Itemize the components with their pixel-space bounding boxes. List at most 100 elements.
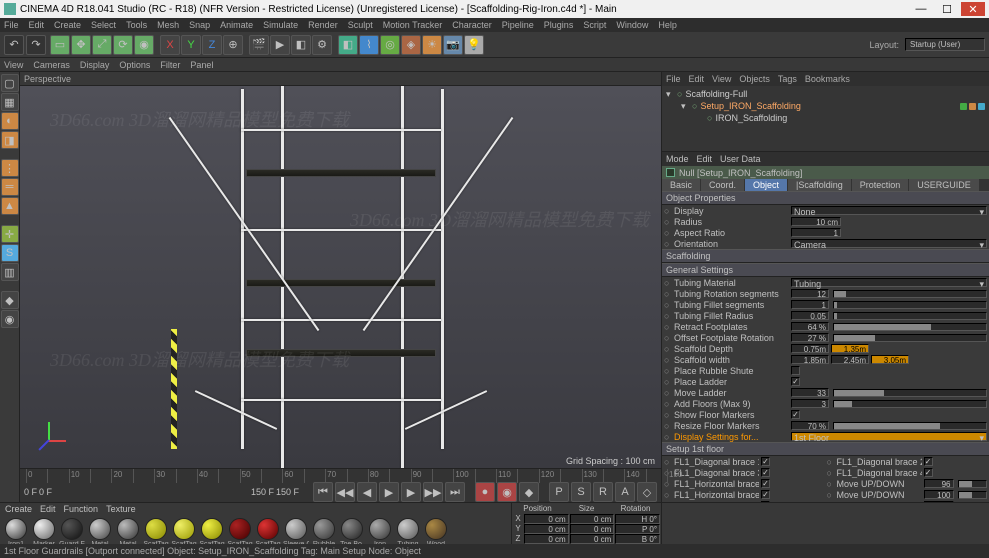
- attr-tab-object[interactable]: Object: [745, 179, 787, 191]
- attr-param[interactable]: ○FL1_Horizontal brace 3✓○Move UP/DOWN100: [662, 500, 989, 502]
- rotate-tool[interactable]: ⟳: [113, 35, 133, 55]
- objtree-item[interactable]: ▾○Setup_IRON_Scaffolding: [666, 100, 985, 112]
- attrmenu-edit[interactable]: Edit: [697, 154, 713, 164]
- attr-param[interactable]: ○Tubing Fillet Radius0.05: [662, 310, 989, 321]
- menu-select[interactable]: Select: [91, 20, 116, 30]
- generator-button[interactable]: ◎: [380, 35, 400, 55]
- coord-system[interactable]: ⊕: [223, 35, 243, 55]
- attr-param[interactable]: ○FL1_Diagonal brace 3✓○FL1_Diagonal brac…: [662, 467, 989, 478]
- menu-script[interactable]: Script: [583, 20, 606, 30]
- menu-mesh[interactable]: Mesh: [157, 20, 179, 30]
- objmenu-bookmarks[interactable]: Bookmarks: [805, 74, 850, 84]
- objtree-item[interactable]: ○IRON_Scaffolding: [666, 112, 985, 124]
- attr-param[interactable]: ○FL1_Horizontal brace 2✓○Move UP/DOWN100: [662, 489, 989, 500]
- objmenu-file[interactable]: File: [666, 74, 681, 84]
- layout-dropdown[interactable]: Startup (User): [905, 38, 985, 51]
- select-tool[interactable]: ▭: [50, 35, 70, 55]
- attr-param[interactable]: ○Tubing Fillet segments1: [662, 299, 989, 310]
- coord-field[interactable]: 0 cm: [524, 514, 569, 524]
- attribute-body[interactable]: Object Properties○DisplayNone▾○Radius10 …: [662, 191, 989, 502]
- play-button[interactable]: ▶: [379, 482, 399, 502]
- attr-param[interactable]: ○Place Ladder✓: [662, 376, 989, 387]
- matmenu-create[interactable]: Create: [5, 504, 32, 516]
- attr-param[interactable]: ○Tubing MaterialTubing▾: [662, 277, 989, 288]
- menu-motiontracker[interactable]: Motion Tracker: [383, 20, 443, 30]
- objmenu-tags[interactable]: Tags: [778, 74, 797, 84]
- vpmenu-options[interactable]: Options: [119, 60, 150, 70]
- primitive-cube[interactable]: ◧: [338, 35, 358, 55]
- menu-simulate[interactable]: Simulate: [263, 20, 298, 30]
- attrmenu-mode[interactable]: Mode: [666, 154, 689, 164]
- points-tool[interactable]: ⋮: [1, 159, 19, 177]
- timeline-start[interactable]: 0 F: [24, 487, 37, 497]
- menu-window[interactable]: Window: [616, 20, 648, 30]
- attr-tab-protection[interactable]: Protection: [852, 179, 909, 191]
- polygons-tool[interactable]: ▲: [1, 197, 19, 215]
- matmenu-function[interactable]: Function: [64, 504, 99, 516]
- vpmenu-filter[interactable]: Filter: [160, 60, 180, 70]
- scale-key-button[interactable]: S: [571, 482, 591, 502]
- redo-button[interactable]: ↷: [26, 35, 46, 55]
- attr-tab-basic[interactable]: Basic: [662, 179, 700, 191]
- render-view-button[interactable]: 🎬: [249, 35, 269, 55]
- attr-param[interactable]: ○Show Floor Markers✓: [662, 409, 989, 420]
- attr-param[interactable]: ○Retract Footplates64 %: [662, 321, 989, 332]
- coord-field[interactable]: P 0°: [615, 524, 660, 534]
- edges-tool[interactable]: ═: [1, 178, 19, 196]
- attr-param[interactable]: ○Scaffold Depth0.75m1.35m: [662, 343, 989, 354]
- coord-field[interactable]: 0 cm: [570, 534, 615, 544]
- deformer-button[interactable]: ◈: [401, 35, 421, 55]
- scale-tool[interactable]: ⤢: [92, 35, 112, 55]
- texture-tool[interactable]: ◐: [1, 112, 19, 130]
- snap-tool[interactable]: S: [1, 244, 19, 262]
- render-settings-button[interactable]: ⚙: [312, 35, 332, 55]
- next-frame-button[interactable]: ▶: [401, 482, 421, 502]
- timeline-max[interactable]: 150 F: [276, 487, 299, 497]
- coord-field[interactable]: B 0°: [615, 534, 660, 544]
- menu-animate[interactable]: Animate: [220, 20, 253, 30]
- attrmenu-userdata[interactable]: User Data: [720, 154, 761, 164]
- vpmenu-view[interactable]: View: [4, 60, 23, 70]
- menu-create[interactable]: Create: [54, 20, 81, 30]
- attr-param[interactable]: ○Place Rubble Shute: [662, 365, 989, 376]
- model-tool[interactable]: ▦: [1, 93, 19, 111]
- pos-key-button[interactable]: P: [549, 482, 569, 502]
- attr-param[interactable]: ○Resize Floor Markers70 %: [662, 420, 989, 431]
- autokey-button[interactable]: ◉: [497, 482, 517, 502]
- maximize-button[interactable]: ☐: [935, 2, 959, 16]
- objmenu-edit[interactable]: Edit: [689, 74, 705, 84]
- attr-param[interactable]: ○Scaffold width1.85m2.45m3.05m: [662, 354, 989, 365]
- rot-key-button[interactable]: R: [593, 482, 613, 502]
- attr-param[interactable]: ○Move Ladder33: [662, 387, 989, 398]
- matmenu-texture[interactable]: Texture: [106, 504, 136, 516]
- menu-tools[interactable]: Tools: [126, 20, 147, 30]
- y-axis-lock[interactable]: Y: [181, 35, 201, 55]
- menu-pipeline[interactable]: Pipeline: [502, 20, 534, 30]
- z-axis-lock[interactable]: Z: [202, 35, 222, 55]
- lastused-tool[interactable]: ◉: [134, 35, 154, 55]
- viewport-canvas[interactable]: Grid Spacing : 100 cm 3D66.com 3D溜溜网精品模型…: [20, 86, 661, 468]
- objmenu-view[interactable]: View: [712, 74, 731, 84]
- attr-param[interactable]: ○Add Floors (Max 9)3: [662, 398, 989, 409]
- timeline-current[interactable]: 0 F: [39, 487, 52, 497]
- workplane-mode[interactable]: ▥: [1, 263, 19, 281]
- next-key-button[interactable]: ▶▶: [423, 482, 443, 502]
- light-button[interactable]: 💡: [464, 35, 484, 55]
- objtree-item[interactable]: ▾○Scaffolding-Full: [666, 88, 985, 100]
- menu-sculpt[interactable]: Sculpt: [348, 20, 373, 30]
- menu-plugins[interactable]: Plugins: [544, 20, 574, 30]
- attr-param[interactable]: ○DisplayNone▾: [662, 205, 989, 216]
- environment-button[interactable]: ☀: [422, 35, 442, 55]
- menu-snap[interactable]: Snap: [189, 20, 210, 30]
- pla-key-button[interactable]: ◇: [637, 482, 657, 502]
- goto-end-button[interactable]: ⏭: [445, 482, 465, 502]
- coord-field[interactable]: 0 cm: [524, 524, 569, 534]
- matmenu-edit[interactable]: Edit: [40, 504, 56, 516]
- attr-param[interactable]: ○FL1_Diagonal brace 1✓○FL1_Diagonal brac…: [662, 456, 989, 467]
- menu-edit[interactable]: Edit: [29, 20, 45, 30]
- prev-frame-button[interactable]: ◀: [357, 482, 377, 502]
- attr-tab-coord[interactable]: Coord.: [701, 179, 744, 191]
- primitive-spline[interactable]: ⌇: [359, 35, 379, 55]
- camera-button[interactable]: 📷: [443, 35, 463, 55]
- viewport-solo[interactable]: ◉: [1, 310, 19, 328]
